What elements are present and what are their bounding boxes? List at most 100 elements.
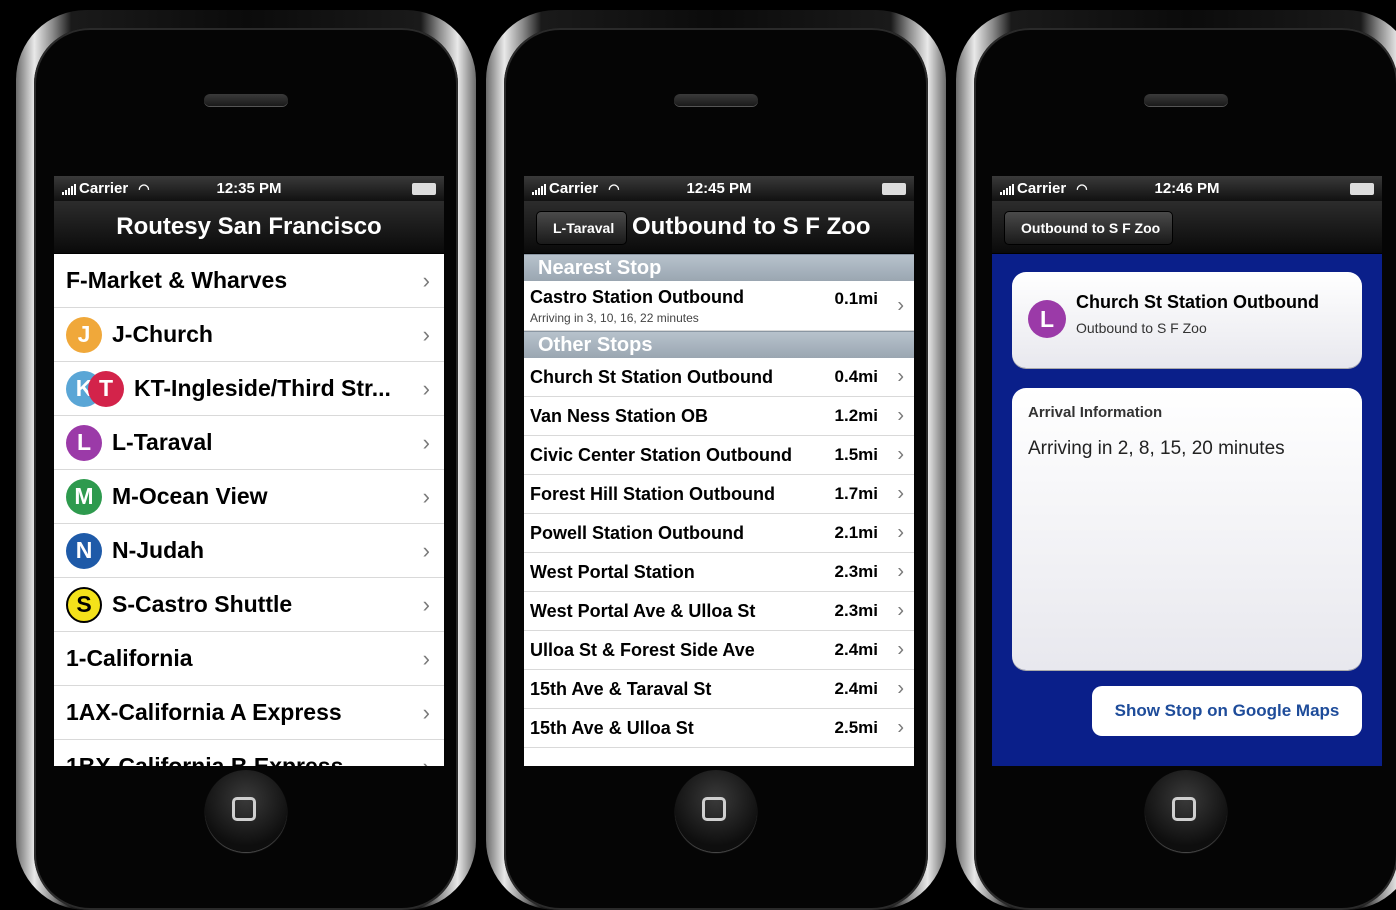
status-time: 12:35 PM	[216, 180, 282, 197]
chevron-right-icon: ›	[422, 267, 430, 293]
stop-card: L Church St Station Outbound Outbound to…	[1012, 272, 1362, 368]
route-label: S-Castro Shuttle	[112, 591, 293, 617]
stop-row[interactable]: Ulloa St & Forest Side Ave 2.4mi ›	[524, 631, 914, 670]
s-line-icon: S	[66, 586, 102, 623]
wifi-icon: ◠	[608, 180, 620, 196]
earpiece-speaker	[1144, 94, 1228, 106]
route-row-f-market[interactable]: F-Market & Wharves ›	[54, 254, 444, 308]
l-line-icon: L	[1028, 300, 1066, 338]
stop-name: 15th Ave & Ulloa St	[530, 717, 694, 738]
arrival-times: Arriving in 3, 10, 16, 22 minutes	[530, 310, 699, 325]
route-row-l-taraval[interactable]: L L-Taraval ›	[54, 416, 444, 470]
stop-row[interactable]: Church St Station Outbound 0.4mi ›	[524, 358, 914, 397]
section-header-other: Other Stops	[524, 331, 914, 358]
phone-stop-detail: Carrier ◠ 12:46 PM Outbound to S F Zoo L…	[956, 10, 1396, 910]
stop-row[interactable]: 15th Ave & Ulloa St 2.5mi ›	[524, 709, 914, 748]
battery-icon	[1350, 183, 1374, 195]
route-label: 1AX-California A Express	[66, 699, 342, 725]
chevron-right-icon: ›	[897, 716, 904, 739]
arrival-header: Arrival Information	[1028, 404, 1163, 421]
stop-distance: 0.1mi	[834, 289, 878, 308]
home-button[interactable]	[205, 770, 287, 852]
back-button[interactable]: L-Taraval	[536, 211, 628, 245]
wifi-icon: ◠	[1076, 180, 1088, 196]
detail-view: L Church St Station Outbound Outbound to…	[992, 254, 1382, 766]
earpiece-speaker	[674, 94, 758, 106]
stop-name: Powell Station Outbound	[530, 522, 744, 543]
chevron-right-icon: ›	[897, 677, 904, 700]
status-time: 12:46 PM	[1154, 180, 1220, 197]
phone-routes: Carrier ◠ 12:35 PM Routesy San Francisco…	[16, 10, 476, 910]
chevron-right-icon: ›	[422, 591, 430, 617]
stop-name: West Portal Station	[530, 561, 695, 582]
nearest-stop-row[interactable]: Castro Station Outbound Arriving in 3, 1…	[524, 281, 914, 331]
home-button[interactable]	[675, 770, 757, 852]
route-label: KT-Ingleside/Third Str...	[134, 375, 391, 401]
stop-row[interactable]: Van Ness Station OB 1.2mi ›	[524, 397, 914, 436]
chevron-right-icon: ›	[897, 443, 904, 466]
stop-name: Ulloa St & Forest Side Ave	[530, 639, 755, 660]
screen-routes: Carrier ◠ 12:35 PM Routesy San Francisco…	[54, 176, 444, 766]
chevron-right-icon: ›	[897, 482, 904, 505]
battery-icon	[412, 183, 436, 195]
stop-name: Castro Station Outbound	[530, 286, 744, 307]
phone-stops: Carrier ◠ 12:45 PM L-Taraval Outbound to…	[486, 10, 946, 910]
stop-distance: 2.3mi	[834, 601, 878, 620]
route-row-m-ocean-view[interactable]: M M-Ocean View ›	[54, 470, 444, 524]
home-button[interactable]	[1145, 770, 1227, 852]
chevron-right-icon: ›	[897, 560, 904, 583]
chevron-right-icon: ›	[897, 365, 904, 388]
stop-row[interactable]: Forest Hill Station Outbound 1.7mi ›	[524, 475, 914, 514]
route-label: L-Taraval	[112, 429, 213, 455]
stop-name: Civic Center Station Outbound	[530, 444, 793, 465]
route-row-s-castro-shuttle[interactable]: S S-Castro Shuttle ›	[54, 578, 444, 632]
stop-row[interactable]: Powell Station Outbound 2.1mi ›	[524, 514, 914, 553]
route-row-n-judah[interactable]: N N-Judah ›	[54, 524, 444, 578]
stop-row[interactable]: West Portal Ave & Ulloa St 2.3mi ›	[524, 592, 914, 631]
stop-direction: Outbound to S F Zoo	[1076, 320, 1207, 336]
route-label: F-Market & Wharves	[66, 267, 288, 293]
chevron-right-icon: ›	[422, 645, 430, 671]
stop-distance: 0.4mi	[834, 367, 878, 386]
stop-distance: 2.4mi	[834, 679, 878, 698]
status-bar: Carrier ◠ 12:46 PM	[992, 176, 1382, 201]
route-row-kt[interactable]: K T KT-Ingleside/Third Str... ›	[54, 362, 444, 416]
route-row-1-california[interactable]: 1-California ›	[54, 632, 444, 686]
route-row-1ax-california[interactable]: 1AX-California A Express ›	[54, 686, 444, 740]
stop-name: 15th Ave & Taraval St	[530, 678, 712, 699]
route-row-j-church[interactable]: J J-Church ›	[54, 308, 444, 362]
status-time: 12:45 PM	[686, 180, 752, 197]
home-button-icon	[1172, 797, 1196, 821]
m-line-icon: M	[66, 478, 102, 515]
chevron-right-icon: ›	[897, 638, 904, 661]
battery-icon	[882, 183, 906, 195]
route-label: J-Church	[112, 321, 213, 347]
earpiece-speaker	[204, 94, 288, 106]
stop-name: West Portal Ave & Ulloa St	[530, 600, 756, 621]
chevron-right-icon: ›	[422, 429, 430, 455]
stop-distance: 2.3mi	[834, 562, 878, 581]
signal-icon	[62, 183, 76, 195]
kt-line-icon: K T	[66, 370, 124, 407]
status-bar: Carrier ◠ 12:45 PM	[524, 176, 914, 201]
status-bar: Carrier ◠ 12:35 PM	[54, 176, 444, 201]
route-row-1bx-california[interactable]: 1BX-California B Express ›	[54, 740, 444, 766]
l-line-icon: L	[66, 424, 102, 461]
nav-title: Outbound to S F Zoo	[632, 213, 871, 240]
nav-bar: Outbound to S F Zoo	[992, 201, 1382, 254]
j-line-icon: J	[66, 316, 102, 353]
nav-title: Routesy San Francisco	[116, 213, 382, 240]
show-on-map-button[interactable]: Show Stop on Google Maps	[1092, 686, 1362, 736]
screen-stops: Carrier ◠ 12:45 PM L-Taraval Outbound to…	[524, 176, 914, 766]
arrival-card: Arrival Information Arriving in 2, 8, 15…	[1012, 388, 1362, 670]
stop-row[interactable]: West Portal Station 2.3mi ›	[524, 553, 914, 592]
chevron-right-icon: ›	[897, 599, 904, 622]
nav-bar: L-Taraval Outbound to S F Zoo	[524, 201, 914, 254]
carrier-label: Carrier	[79, 180, 129, 197]
stop-row[interactable]: 15th Ave & Taraval St 2.4mi ›	[524, 670, 914, 709]
screen-stop-detail: Carrier ◠ 12:46 PM Outbound to S F Zoo L…	[992, 176, 1382, 766]
signal-icon	[532, 183, 546, 195]
back-button[interactable]: Outbound to S F Zoo	[1004, 211, 1174, 245]
arrival-text: Arriving in 2, 8, 15, 20 minutes	[1028, 438, 1285, 459]
stop-row[interactable]: Civic Center Station Outbound 1.5mi ›	[524, 436, 914, 475]
